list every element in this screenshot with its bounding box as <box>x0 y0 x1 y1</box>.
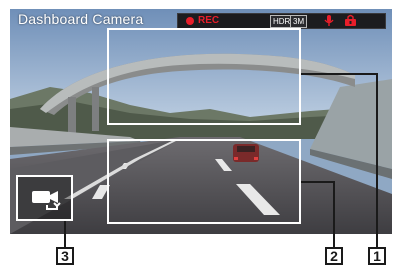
figure: Dashboard Camera REC HDR 3M 1 2 3 <box>0 0 395 270</box>
callout-lines <box>64 73 378 247</box>
callout-number-2: 2 <box>325 247 343 265</box>
callout-number-3: 3 <box>56 247 74 265</box>
callout-line-1 <box>301 73 378 247</box>
callout-line-2 <box>301 181 335 247</box>
callout-number-1: 1 <box>368 247 386 265</box>
